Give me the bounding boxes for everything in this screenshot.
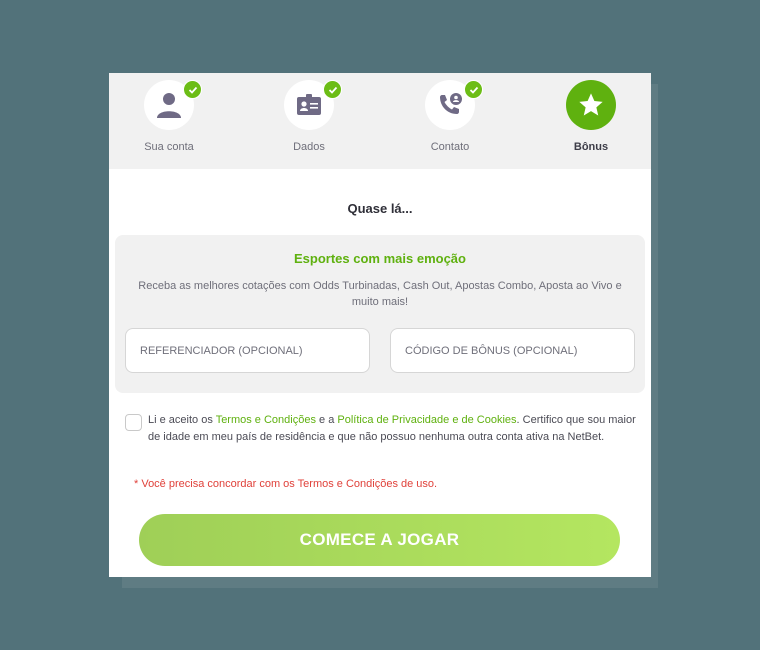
error-text-part: * Você precisa concordar com os — [134, 478, 298, 490]
user-icon — [157, 93, 181, 118]
privacy-link[interactable]: Política de Privacidade e de Cookies — [337, 414, 516, 426]
bonus-code-placeholder: CÓDIGO DE BÔNUS (OPCIONAL) — [405, 344, 578, 357]
terms-link[interactable]: Termos e Condições — [216, 414, 316, 426]
registration-modal: Sua conta Dados Contato Bônus Quase lá..… — [109, 73, 651, 577]
step-circle — [144, 80, 202, 130]
phone-contact-icon — [440, 93, 462, 114]
promo-box: Esportes com mais emoção Receba as melho… — [115, 235, 645, 393]
step-label: Contato — [430, 141, 470, 153]
terms-agreement: Li e aceito os Termos e Condições e a Po… — [125, 412, 640, 446]
step-indicator: Sua conta Dados Contato Bônus — [109, 73, 651, 169]
step-contato: Contato — [390, 80, 510, 153]
step-circle-active — [566, 80, 616, 130]
check-icon — [183, 80, 202, 99]
terms-text-part: e a — [315, 414, 338, 426]
check-icon — [464, 80, 483, 99]
terms-text-part: Li e aceito os — [148, 414, 216, 426]
terms-text: Li e aceito os Termos e Condições e a Po… — [125, 412, 640, 446]
page-title: Quase lá... — [347, 201, 413, 216]
promo-title: Esportes com mais emoção — [294, 251, 466, 266]
referrer-placeholder: REFERENCIADOR (OPCIONAL) — [140, 344, 303, 357]
error-terms-link[interactable]: Termos e Condições — [298, 478, 398, 490]
step-label: Dados — [293, 141, 325, 153]
start-playing-button[interactable]: COMECE A JOGAR — [139, 514, 620, 566]
step-label: Bônus — [573, 141, 609, 153]
step-circle — [284, 80, 342, 130]
id-card-icon — [297, 94, 321, 115]
bonus-code-input[interactable]: CÓDIGO DE BÔNUS (OPCIONAL) — [390, 328, 635, 373]
check-icon — [323, 80, 342, 99]
terms-checkbox[interactable] — [125, 414, 142, 431]
step-circle — [425, 80, 483, 130]
terms-error-message: * Você precisa concordar com os Termos e… — [134, 478, 437, 490]
step-bonus: Bônus — [531, 80, 651, 153]
step-label: Sua conta — [144, 141, 194, 153]
step-sua-conta: Sua conta — [109, 80, 229, 153]
promo-description: Receba as melhores cotações com Odds Tur… — [138, 280, 622, 308]
star-icon — [579, 93, 603, 116]
step-dados: Dados — [249, 80, 369, 153]
referrer-input[interactable]: REFERENCIADOR (OPCIONAL) — [125, 328, 370, 373]
error-text-part: de uso. — [397, 478, 438, 490]
